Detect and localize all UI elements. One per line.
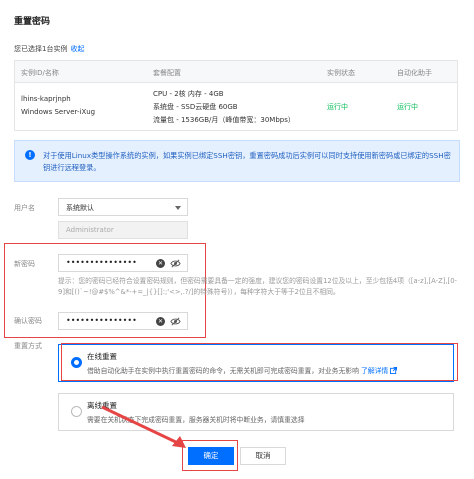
header-instance-id: 实例ID/名称 xyxy=(21,69,59,77)
reset-method-label: 重置方式 xyxy=(14,342,42,350)
radio-unchecked-icon[interactable] xyxy=(71,406,82,417)
username-placeholder: Administrator xyxy=(66,226,114,234)
instance-status: 运行中 xyxy=(327,103,348,111)
config-disk: 系统盘 - SSD云硬盘 60GB xyxy=(153,103,238,111)
confirm-password-field[interactable]: ••••••••••••••• ✕ xyxy=(58,312,188,330)
header-status: 实例状态 xyxy=(327,69,355,77)
instance-table: 实例ID/名称 套餐配置 实例状态 自动化助手 lhins-kaprjnph W… xyxy=(14,60,458,131)
header-assistant: 自动化助手 xyxy=(397,69,432,77)
clear-icon[interactable]: ✕ xyxy=(156,317,165,326)
instance-name: Windows Server-iXug xyxy=(21,108,96,116)
info-icon: ! xyxy=(25,150,35,160)
new-password-field[interactable]: ••••••••••••••• ✕ xyxy=(58,254,188,272)
table-header: 实例ID/名称 套餐配置 实例状态 自动化助手 xyxy=(15,61,457,83)
header-config: 套餐配置 xyxy=(153,69,181,77)
annotation-box-online xyxy=(61,343,458,381)
tip-text: 对于使用Linux类型操作系统的实例，如果实例已绑定SSH密钥，重置密码成功后实… xyxy=(43,151,451,172)
annotation-arrow xyxy=(101,405,186,448)
collapse-link[interactable]: 收起 xyxy=(70,45,84,53)
assistant-status: 运行中 xyxy=(397,103,418,111)
username-label: 用户名 xyxy=(14,204,35,212)
username-select[interactable]: 系统默认 xyxy=(58,198,188,216)
username-input: Administrator xyxy=(58,221,188,239)
config-traffic: 流量包 - 1536GB/月（峰值带宽：30Mbps） xyxy=(153,116,295,124)
username-select-value: 系统默认 xyxy=(66,204,94,212)
instance-id: lhins-kaprjnph xyxy=(21,95,71,103)
config-cpu: CPU - 2核 内存 - 4GB xyxy=(153,90,224,98)
eye-off-icon[interactable] xyxy=(170,316,181,327)
table-row: lhins-kaprjnph Windows Server-iXug CPU -… xyxy=(15,83,457,131)
confirm-password-value: ••••••••••••••• xyxy=(66,316,137,325)
chevron-down-icon xyxy=(175,206,181,210)
ok-button[interactable]: 确定 xyxy=(188,447,234,465)
confirm-password-label: 确认密码 xyxy=(14,317,42,325)
selected-summary: 您已选择1台实例 收起 xyxy=(14,44,84,54)
new-password-value: ••••••••••••••• xyxy=(66,258,137,267)
cancel-button[interactable]: 取消 xyxy=(240,447,286,465)
clear-icon[interactable]: ✕ xyxy=(156,259,165,268)
new-password-label: 新密码 xyxy=(14,260,35,268)
eye-off-icon[interactable] xyxy=(170,258,181,269)
info-tip: ! 对于使用Linux类型操作系统的实例，如果实例已绑定SSH密钥，重置密码成功… xyxy=(14,140,460,182)
dialog-title: 重置密码 xyxy=(14,17,51,27)
selected-count-text: 您已选择1台实例 xyxy=(14,45,68,53)
password-hint: 提示：您的密码已经符合设置密码规则，但密码需要具备一定的强度，建议您的密码设置1… xyxy=(58,277,457,296)
